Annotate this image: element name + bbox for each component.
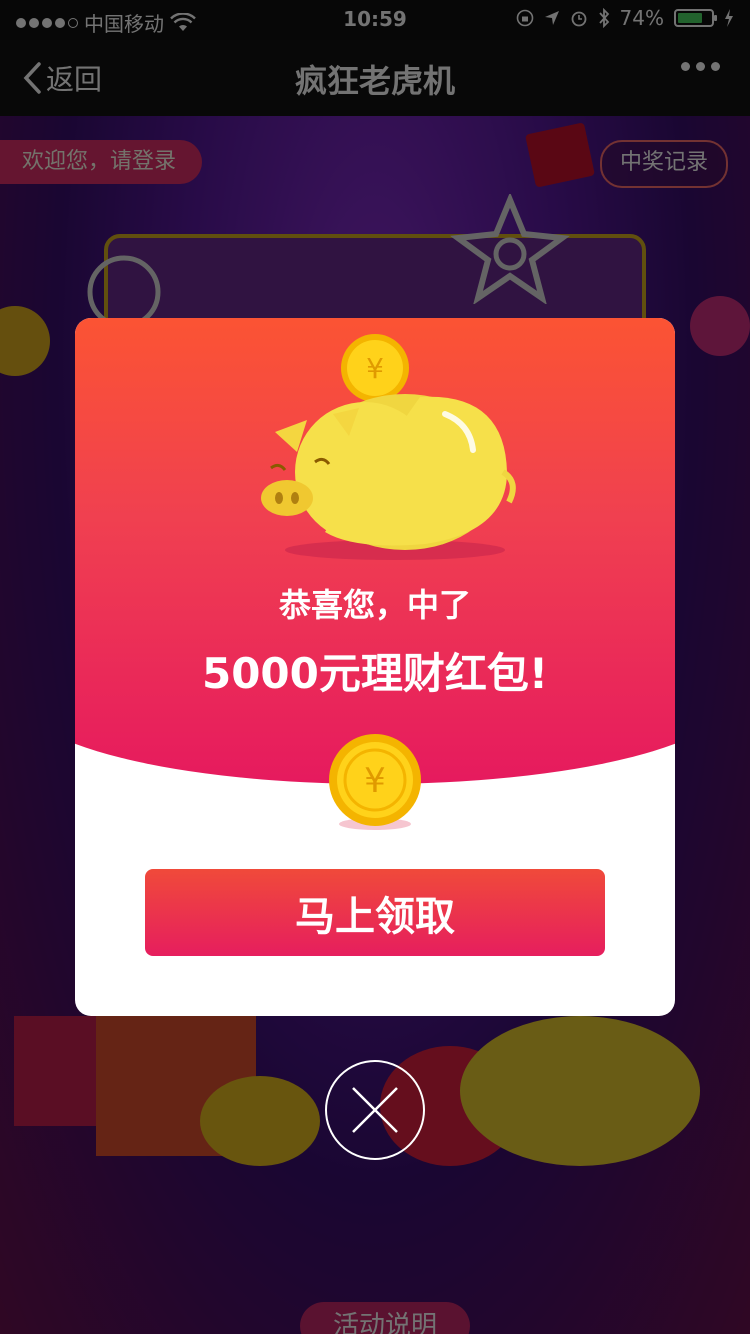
battery-fill	[678, 13, 702, 23]
prize-records-button[interactable]: 中奖记录	[599, 140, 728, 188]
status-bar: 中国移动 10:59 74%	[0, 0, 750, 40]
congrats-text: 恭喜您，中了	[278, 586, 471, 624]
status-right: 74%	[516, 6, 734, 30]
more-dot-icon	[696, 62, 705, 71]
battery-icon	[674, 9, 717, 27]
alarm-icon	[571, 11, 586, 27]
login-prompt[interactable]: 欢迎您，请登录	[0, 140, 203, 184]
svg-text:¥: ¥	[366, 352, 384, 385]
star-decor-icon	[450, 194, 570, 304]
location-icon	[544, 11, 559, 25]
battery-percent: 74%	[619, 6, 664, 30]
decor-orb	[0, 306, 50, 376]
charging-icon	[725, 9, 733, 27]
more-dot-icon	[711, 62, 720, 71]
rotation-lock-icon	[516, 9, 533, 27]
decor-orb	[690, 296, 750, 356]
page-title: 疯狂老虎机	[294, 62, 455, 100]
bluetooth-icon	[598, 8, 609, 28]
prize-amount-text: 5000元理财红包!	[201, 649, 549, 698]
red-packet-decor	[525, 122, 595, 188]
pig-decor	[460, 1016, 700, 1166]
svg-text:¥: ¥	[364, 761, 386, 801]
close-dialog-button[interactable]	[325, 1060, 425, 1160]
activity-rules-button[interactable]: 活动说明	[300, 1302, 470, 1334]
nav-bar: 返回 疯狂老虎机	[0, 40, 750, 116]
piggy-bank-icon: ¥	[261, 334, 516, 560]
coin-pile-decor	[200, 1076, 320, 1166]
more-dot-icon	[681, 62, 690, 71]
yen-coin-icon: ¥	[329, 734, 421, 830]
prize-dialog: ¥ 恭喜您，中了 5000元理财红包! ¥ 马上领取	[75, 318, 675, 1016]
claim-now-button[interactable]: 马上领取	[145, 869, 605, 956]
more-menu-button[interactable]	[681, 62, 720, 71]
close-icon	[352, 1087, 398, 1133]
